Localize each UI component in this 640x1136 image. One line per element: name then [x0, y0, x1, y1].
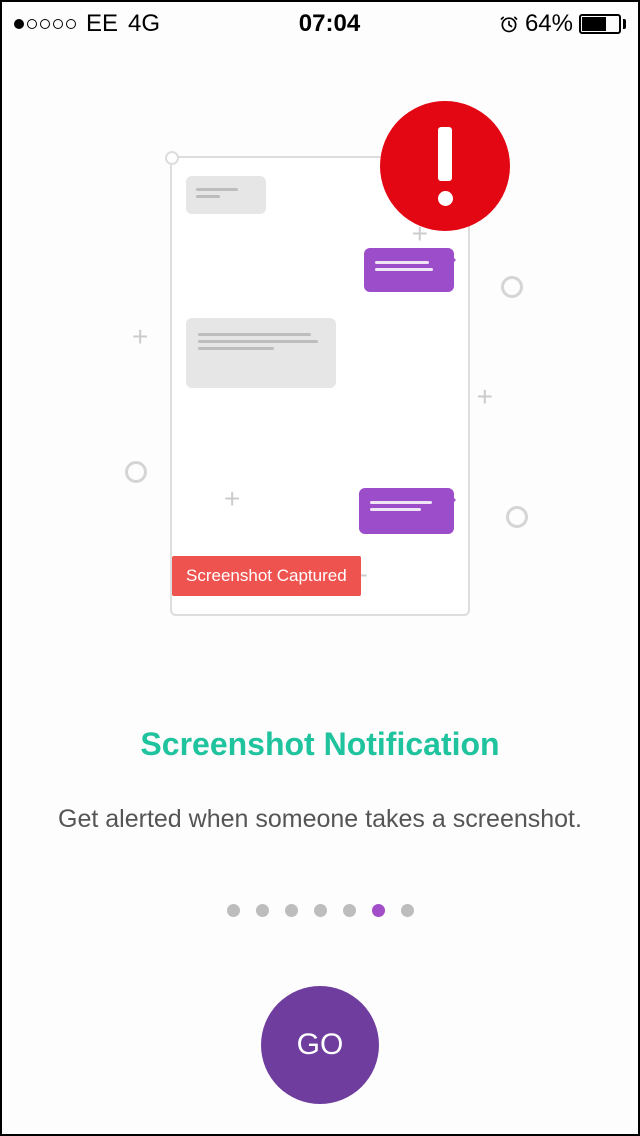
go-button-label: GO — [297, 1028, 344, 1062]
page-dot[interactable] — [343, 904, 356, 917]
status-right: 64% — [499, 10, 626, 38]
alert-exclamation-icon — [380, 101, 510, 231]
alarm-icon — [499, 14, 519, 34]
page-dot[interactable] — [314, 904, 327, 917]
status-left: EE 4G — [14, 10, 160, 38]
battery-icon — [579, 14, 626, 34]
banner-text: Screenshot Captured — [186, 566, 347, 585]
page-dot[interactable] — [227, 904, 240, 917]
page-dot[interactable] — [372, 904, 385, 917]
page-dot[interactable] — [401, 904, 414, 917]
battery-percent-label: 64% — [525, 10, 573, 38]
page-dot[interactable] — [256, 904, 269, 917]
status-bar: EE 4G 07:04 64% — [2, 2, 638, 46]
page-indicator — [2, 904, 638, 917]
signal-strength-icon — [14, 19, 76, 29]
screenshot-captured-banner: Screenshot Captured — [172, 556, 361, 596]
page-subtitle: Get alerted when someone takes a screens… — [2, 805, 638, 834]
page-title: Screenshot Notification — [2, 726, 638, 763]
network-label: 4G — [128, 10, 160, 38]
go-button[interactable]: GO — [261, 986, 379, 1104]
carrier-label: EE — [86, 10, 118, 38]
onboarding-illustration: + + + Screenshot Captured + + — [2, 46, 638, 666]
clock-label: 07:04 — [299, 10, 360, 38]
page-dot[interactable] — [285, 904, 298, 917]
